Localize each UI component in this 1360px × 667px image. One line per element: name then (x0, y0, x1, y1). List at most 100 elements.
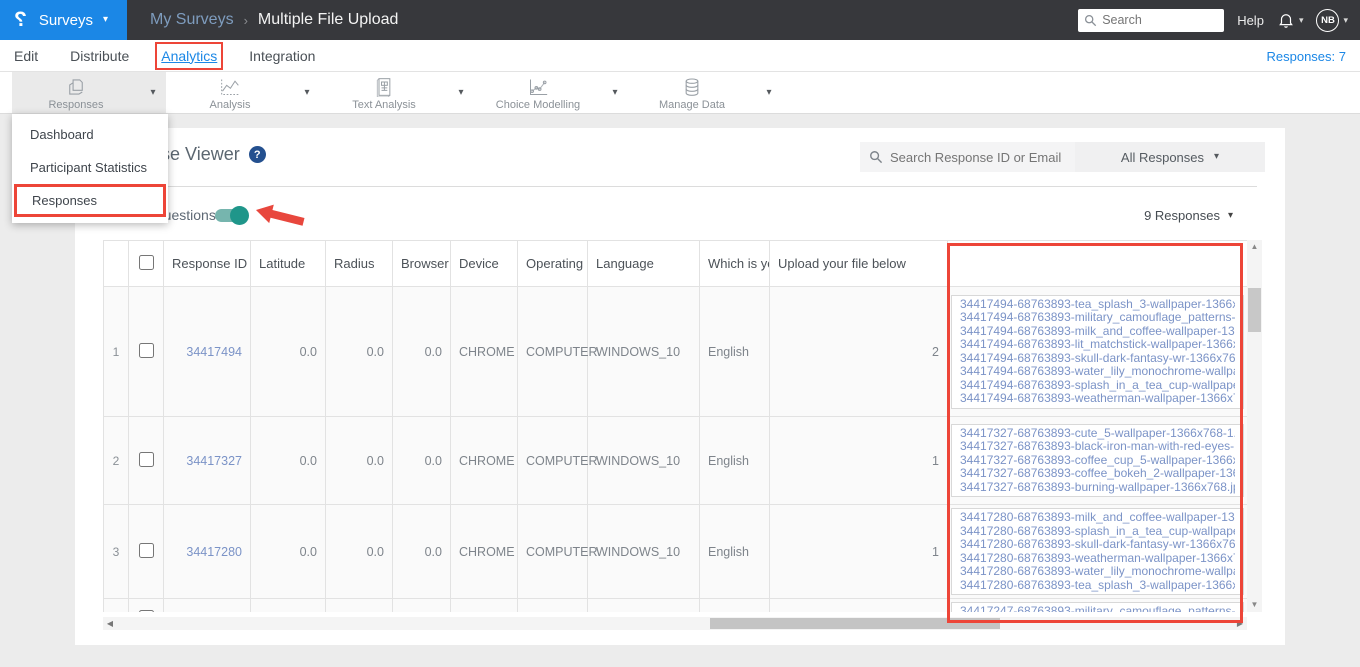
toolbar-tab-responses[interactable]: Responses ▾ (12, 72, 166, 113)
chevron-down-icon[interactable]: ▾ (602, 87, 628, 98)
select-all-checkbox[interactable] (138, 254, 154, 270)
help-icon[interactable]: ? (248, 146, 266, 163)
column-header[interactable]: Device (450, 240, 518, 287)
select-all-header (128, 240, 164, 287)
nav-item-distribute[interactable]: Distribute (70, 48, 129, 64)
column-header[interactable]: Response IDLongitude (163, 240, 251, 287)
nav-item-edit[interactable]: Edit (14, 48, 38, 64)
display-questions-toggle[interactable] (215, 206, 249, 225)
latitude-cell: 0.0 (325, 416, 393, 505)
row-checkbox[interactable] (138, 451, 154, 467)
uploaded-file-link[interactable]: 34417327-68763893-cute_5-wallpaper-1366x… (960, 427, 1235, 441)
nav-item-analytics[interactable]: Analytics (155, 41, 224, 70)
uploaded-file-link[interactable]: 34417327-68763893-black-iron-man-with-re… (960, 440, 1235, 454)
operating-system-cell: WINDOWS_10 (587, 286, 700, 417)
menu-item-dashboard[interactable]: Dashboard (12, 118, 168, 151)
browser-cell (450, 598, 518, 612)
uploaded-file-link[interactable]: 34417327-68763893-coffee_cup_5-wallpaper… (960, 454, 1235, 468)
uploaded-file-link[interactable]: 34417280-68763893-tea_splash_3-wallpaper… (960, 579, 1235, 593)
uploaded-file-link[interactable]: 34417327-68763893-burning-wallpaper-1366… (960, 481, 1235, 495)
uploaded-file-link[interactable]: 34417280-68763893-splash_in_a_tea_cup-wa… (960, 525, 1235, 539)
notifications-button[interactable]: ▾ (1277, 11, 1304, 29)
responses-table-wrap: Response IDLongitudeLatitudeRadiusBrowse… (103, 240, 1247, 612)
operating-system-cell: WINDOWS_10 (587, 416, 700, 505)
uploaded-file-link[interactable]: 34417494-68763893-military_camouflage_pa… (960, 311, 1235, 325)
column-header[interactable] (947, 240, 1247, 287)
vertical-scroll-thumb[interactable] (1248, 288, 1261, 332)
responses-count[interactable]: Responses: 7 (1267, 40, 1347, 72)
column-header[interactable]: Latitude (250, 240, 326, 287)
uploaded-file-link[interactable]: 34417494-68763893-water_lily_monochrome-… (960, 365, 1235, 379)
avatar: NB (1316, 8, 1340, 32)
radius-cell: 0.0 (392, 504, 451, 599)
uploaded-file-link[interactable]: 34417280-68763893-weatherman-wallpaper-1… (960, 552, 1235, 566)
uploaded-file-link[interactable]: 34417494-68763893-milk_and_coffee-wallpa… (960, 325, 1235, 339)
uploaded-file-link[interactable]: 34417327-68763893-coffee_bokeh_2-wallpap… (960, 467, 1235, 481)
radius-cell (392, 598, 451, 612)
uploaded-file-link[interactable]: 34417494-68763893-tea_splash_3-wallpaper… (960, 298, 1235, 312)
chevron-down-icon[interactable]: ▾ (294, 87, 320, 98)
vertical-scrollbar[interactable]: ▲ ▼ (1247, 240, 1262, 612)
column-header[interactable]: Upload your file below (769, 240, 948, 287)
toolbar-tab-analysis[interactable]: Analysis ▾ (166, 72, 320, 113)
uploaded-file-link[interactable]: 34417247-68763893-military_camouflage_pa… (960, 605, 1235, 612)
response-id-link[interactable]: 34417494 (186, 345, 242, 359)
uploaded-file-link[interactable]: 34417280-68763893-water_lily_monochrome-… (960, 565, 1235, 579)
product-name: Surveys (38, 11, 94, 29)
response-search-input[interactable] (860, 142, 1075, 172)
response-filter-value: All Responses (1120, 149, 1205, 165)
language-cell: English (699, 286, 770, 417)
row-checkbox[interactable] (138, 609, 154, 612)
row-checkbox[interactable] (138, 342, 154, 358)
column-header[interactable]: Operating System (517, 240, 588, 287)
toggle-knob (230, 206, 249, 225)
questionpro-logo-icon: ? (14, 8, 27, 31)
uploaded-file-link[interactable]: 34417280-68763893-skull-dark-fantasy-wr-… (960, 538, 1235, 552)
response-id-link[interactable]: 34417280 (186, 545, 242, 559)
toolbar-tab-manage-data[interactable]: Manage Data ▾ (628, 72, 782, 113)
menu-item-participant-statistics[interactable]: Participant Statistics (12, 151, 168, 184)
column-header[interactable]: Radius (325, 240, 393, 287)
chevron-down-icon[interactable]: ▾ (448, 87, 474, 98)
toolbar-tab-choice-modelling[interactable]: Choice Modelling ▾ (474, 72, 628, 113)
column-header[interactable]: Language (587, 240, 700, 287)
horizontal-scrollbar[interactable]: ◀ ▶ (103, 617, 1247, 630)
toolbar-tab-text-analysis[interactable]: Text Analysis ▾ (320, 72, 474, 113)
language-cell: English (699, 416, 770, 505)
response-viewer-panel: Response Viewer ? All Responses ▾ Displa… (75, 128, 1285, 645)
uploaded-file-link[interactable]: 34417494-68763893-splash_in_a_tea_cup-wa… (960, 379, 1235, 393)
global-search-input[interactable] (1078, 8, 1225, 32)
breadcrumb-my-surveys[interactable]: My Surveys (150, 11, 234, 29)
uploaded-file-link[interactable]: 34417494-68763893-lit_matchstick-wallpap… (960, 338, 1235, 352)
scroll-up-icon[interactable]: ▲ (1247, 240, 1262, 254)
response-id-link[interactable]: 34417327 (186, 454, 242, 468)
account-menu[interactable]: NB ▾ (1316, 8, 1348, 32)
uploaded-file-link[interactable]: 34417280-68763893-milk_and_coffee-wallpa… (960, 511, 1235, 525)
scroll-right-icon[interactable]: ▶ (1233, 617, 1247, 630)
scroll-left-icon[interactable]: ◀ (103, 617, 117, 630)
annotation-arrow-icon (255, 204, 305, 226)
column-header[interactable]: Browser (392, 240, 451, 287)
column-header[interactable]: Which is your favourite comics? (699, 240, 770, 287)
analysis-icon (219, 77, 241, 97)
nav-item-integration[interactable]: Integration (249, 48, 315, 64)
uploaded-file-link[interactable]: 34417494-68763893-skull-dark-fantasy-wr-… (960, 352, 1235, 366)
menu-item-responses[interactable]: Responses (14, 184, 166, 217)
response-filter-dropdown[interactable]: All Responses ▾ (1075, 142, 1265, 172)
scroll-down-icon[interactable]: ▼ (1247, 598, 1262, 612)
file-list: 34417327-68763893-cute_5-wallpaper-1366x… (951, 423, 1244, 498)
chevron-down-icon: ▾ (103, 14, 109, 25)
chevron-down-icon[interactable]: ▾ (756, 87, 782, 98)
horizontal-scroll-thumb[interactable] (710, 618, 1000, 629)
language-cell (699, 598, 770, 612)
responses-count-dropdown[interactable]: 9 Responses ▾ (1144, 208, 1233, 223)
help-link[interactable]: Help (1237, 13, 1264, 28)
product-switcher[interactable]: ? Surveys ▾ (0, 0, 127, 40)
chevron-down-icon: ▾ (1298, 14, 1304, 25)
device-cell: COMPUTER (517, 504, 598, 599)
toolbar-tab-label: Manage Data (658, 99, 726, 111)
browser-cell: CHROME (450, 416, 518, 505)
row-checkbox[interactable] (138, 542, 154, 558)
chevron-down-icon[interactable]: ▾ (140, 87, 166, 98)
uploaded-file-link[interactable]: 34417494-68763893-weatherman-wallpaper-1… (960, 392, 1235, 406)
